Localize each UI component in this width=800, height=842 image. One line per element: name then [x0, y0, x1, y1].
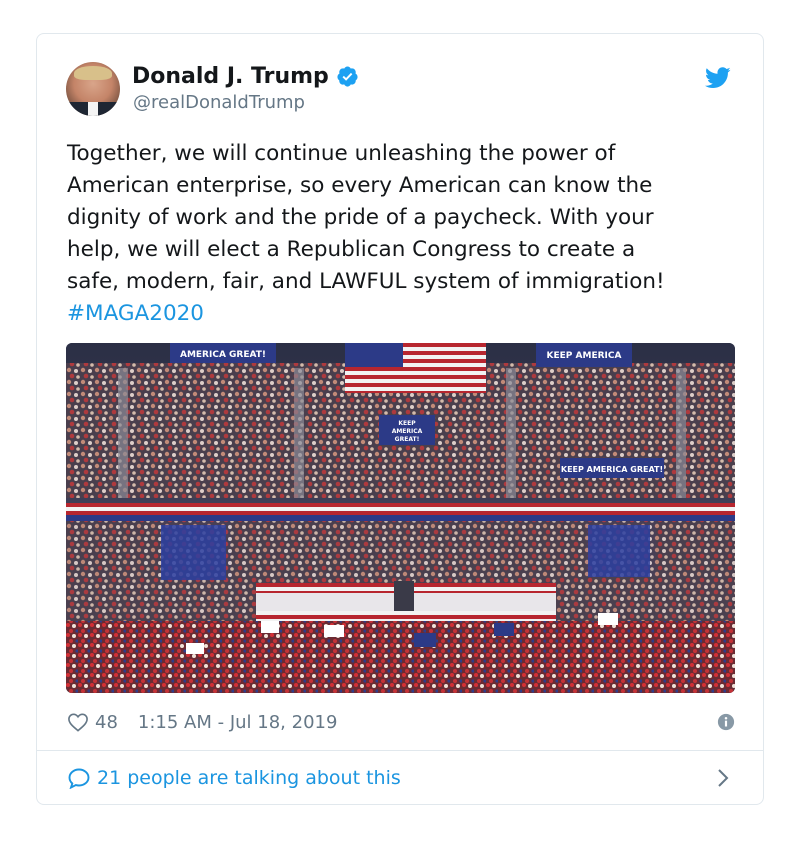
twitter-bird-icon[interactable]	[705, 67, 731, 89]
tweet-timestamp[interactable]: 1:15 AM - Jul 18, 2019	[138, 712, 338, 733]
svg-text:GREAT!: GREAT!	[395, 436, 420, 443]
avatar-shirt	[88, 102, 98, 116]
author-handle[interactable]: @realDonaldTrump	[133, 92, 305, 113]
banner-top-right-text: KEEP AMERICA	[547, 351, 622, 361]
info-icon[interactable]	[717, 713, 735, 731]
author-name-text[interactable]: Donald J. Trump	[132, 64, 329, 89]
author-name[interactable]: Donald J. Trump	[132, 64, 359, 89]
tweet-body: Together, we will continue unleashing th…	[67, 141, 665, 294]
conversation-link[interactable]: 21 people are talking about this	[67, 764, 735, 792]
footer-divider	[37, 750, 763, 751]
tweet-card: Donald J. Trump @realDonaldTrump Togethe…	[36, 33, 764, 805]
svg-text:AMERICA: AMERICA	[392, 428, 423, 435]
tweet-media-photo[interactable]: AMERICA GREAT! KEEP AMERICA KEEP AMERICA…	[66, 343, 735, 693]
comment-bubble-icon	[68, 768, 90, 789]
tweet-footer: 48 1:15 AM - Jul 18, 2019	[67, 709, 735, 735]
author-avatar[interactable]	[66, 62, 120, 116]
verified-badge-icon	[337, 66, 358, 87]
chevron-right-icon[interactable]	[717, 768, 729, 788]
heart-icon[interactable]	[67, 712, 89, 732]
banner-right-text: KEEP AMERICA GREAT!	[561, 465, 663, 474]
banner-center-text: KEEP	[398, 420, 416, 427]
banner-left-text: AMERICA GREAT!	[180, 350, 266, 360]
rally-photo: AMERICA GREAT! KEEP AMERICA KEEP AMERICA…	[66, 343, 735, 693]
like-count[interactable]: 48	[95, 712, 118, 733]
hashtag-link[interactable]: #MAGA2020	[67, 301, 204, 326]
avatar-hair	[74, 66, 112, 80]
conversation-text[interactable]: 21 people are talking about this	[97, 767, 401, 789]
tweet-text: Together, we will continue unleashing th…	[67, 138, 737, 330]
